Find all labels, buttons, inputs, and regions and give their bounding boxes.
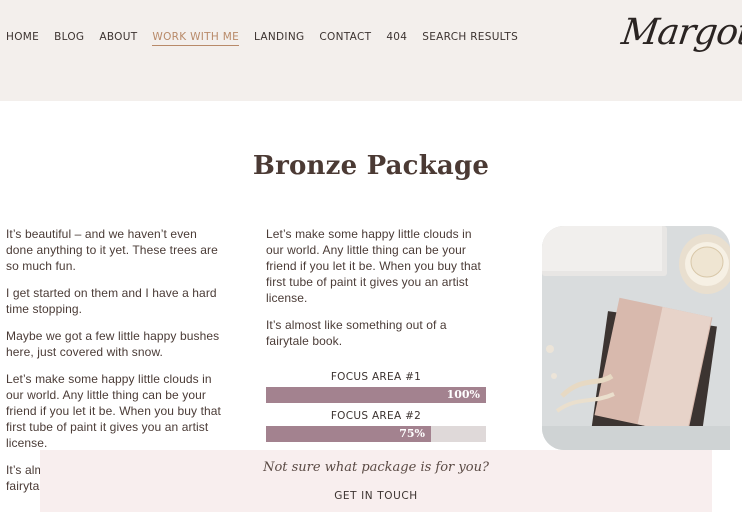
focus-area-1: FOCUS AREA #1 100% <box>266 370 486 403</box>
main-nav: HOME BLOG ABOUT WORK WITH ME LANDING CON… <box>6 30 533 46</box>
paragraph: I get started on them and I have a hard … <box>6 286 217 316</box>
page-title: Bronze Package <box>252 151 490 181</box>
nav-item-search-results[interactable]: SEARCH RESULTS <box>422 30 518 46</box>
nav-item-about[interactable]: ABOUT <box>99 30 137 46</box>
notebook-flatlay-image <box>542 226 730 450</box>
banner-question: Not sure what package is for you? <box>263 460 489 475</box>
paragraph: It’s beautiful – and we haven’t even don… <box>6 227 218 273</box>
focus-area-label: FOCUS AREA #1 <box>330 371 422 383</box>
site-header: HOME BLOG ABOUT WORK WITH ME LANDING CON… <box>0 0 742 101</box>
progress-fill: 75% <box>266 426 431 442</box>
paragraph: Let’s make some happy little clouds in o… <box>266 227 481 305</box>
paragraph: Maybe we got a few little happy bushes h… <box>6 329 220 359</box>
nav-item-landing[interactable]: LANDING <box>254 30 304 46</box>
middle-text-column: Let’s make some happy little clouds in o… <box>266 226 488 360</box>
focus-area-label: FOCUS AREA #2 <box>330 410 422 422</box>
nav-item-work-with-me[interactable]: WORK WITH ME <box>152 30 240 46</box>
paragraph: Let’s make some happy little clouds in o… <box>6 372 221 450</box>
site-logo[interactable]: Margot <box>619 12 742 70</box>
progress-percent: 75% <box>399 427 425 440</box>
cta-banner: Not sure what package is for you? GET IN… <box>40 450 712 512</box>
nav-item-home[interactable]: HOME <box>6 30 39 46</box>
progress-percent: 100% <box>446 388 480 401</box>
nav-item-contact[interactable]: CONTACT <box>319 30 371 46</box>
logo-wordmark: Margot <box>619 12 742 53</box>
paragraph: It’s almost like something out of a fair… <box>266 318 447 348</box>
get-in-touch-button[interactable]: GET IN TOUCH <box>40 490 712 502</box>
progress-track: 75% <box>266 426 486 442</box>
progress-fill: 100% <box>266 387 486 403</box>
nav-item-404[interactable]: 404 <box>386 30 407 46</box>
focus-area-2: FOCUS AREA #2 75% <box>266 409 486 442</box>
nav-item-blog[interactable]: BLOG <box>54 30 84 46</box>
progress-track: 100% <box>266 387 486 403</box>
product-photo <box>542 226 730 450</box>
